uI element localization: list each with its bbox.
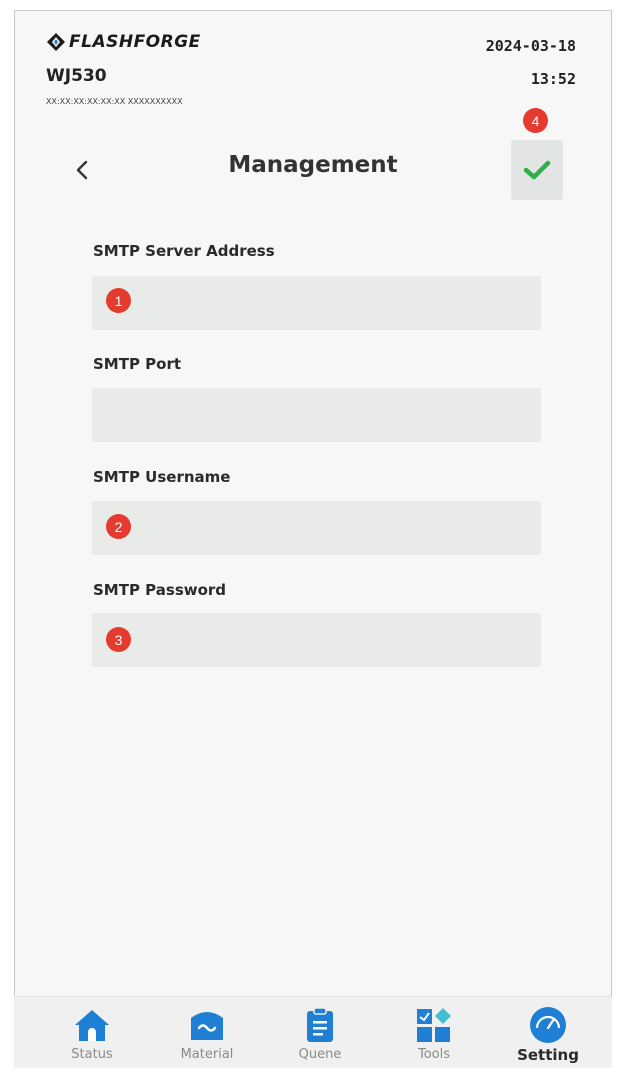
smtp-server-label: SMTP Server Address: [93, 242, 275, 260]
device-mac-serial: XX:XX:XX:XX:XX:XX XXXXXXXXXX: [46, 97, 183, 106]
smtp-username-label: SMTP Username: [93, 468, 231, 486]
date-display: 2024-03-18: [485, 37, 576, 55]
nav-item-status[interactable]: Status: [52, 997, 132, 1069]
callout-badge-1: 1: [106, 288, 131, 313]
callout-badge-4: 4: [523, 108, 548, 133]
callout-badge-2: 2: [106, 514, 131, 539]
material-icon: [191, 1012, 223, 1040]
nav-item-queue[interactable]: Quene: [280, 997, 360, 1069]
checkmark-icon: [523, 160, 551, 180]
confirm-button[interactable]: [511, 140, 563, 200]
nav-label-status: Status: [71, 1047, 113, 1062]
home-icon: [75, 1010, 109, 1041]
smtp-port-label: SMTP Port: [93, 355, 182, 373]
time-display: 13:52: [530, 70, 576, 88]
setting-gauge-icon: [530, 1007, 566, 1043]
smtp-port-input[interactable]: [92, 388, 541, 442]
tools-grid-icon: [417, 1008, 451, 1042]
smtp-username-input[interactable]: [92, 501, 541, 555]
nav-item-setting[interactable]: Setting: [508, 997, 588, 1069]
callout-badge-3: 3: [106, 627, 131, 652]
nav-item-material[interactable]: Material: [167, 997, 247, 1069]
nav-label-queue: Quene: [298, 1047, 342, 1062]
flashforge-logo-icon: [47, 33, 65, 51]
brand-logo: FLASHFORGE: [46, 32, 201, 52]
bottom-nav: Status Material Quene Tools Setting: [14, 996, 612, 1068]
nav-label-material: Material: [180, 1047, 234, 1062]
smtp-server-input[interactable]: [92, 276, 541, 330]
smtp-password-label: SMTP Password: [93, 581, 227, 599]
nav-label-tools: Tools: [417, 1047, 451, 1062]
smtp-password-input[interactable]: [92, 613, 541, 667]
brand-name: FLASHFORGE: [69, 32, 201, 52]
nav-item-tools[interactable]: Tools: [394, 997, 474, 1069]
queue-clipboard-icon: [307, 1007, 333, 1042]
device-name: WJ530: [46, 66, 107, 86]
nav-label-setting: Setting: [517, 1046, 579, 1064]
